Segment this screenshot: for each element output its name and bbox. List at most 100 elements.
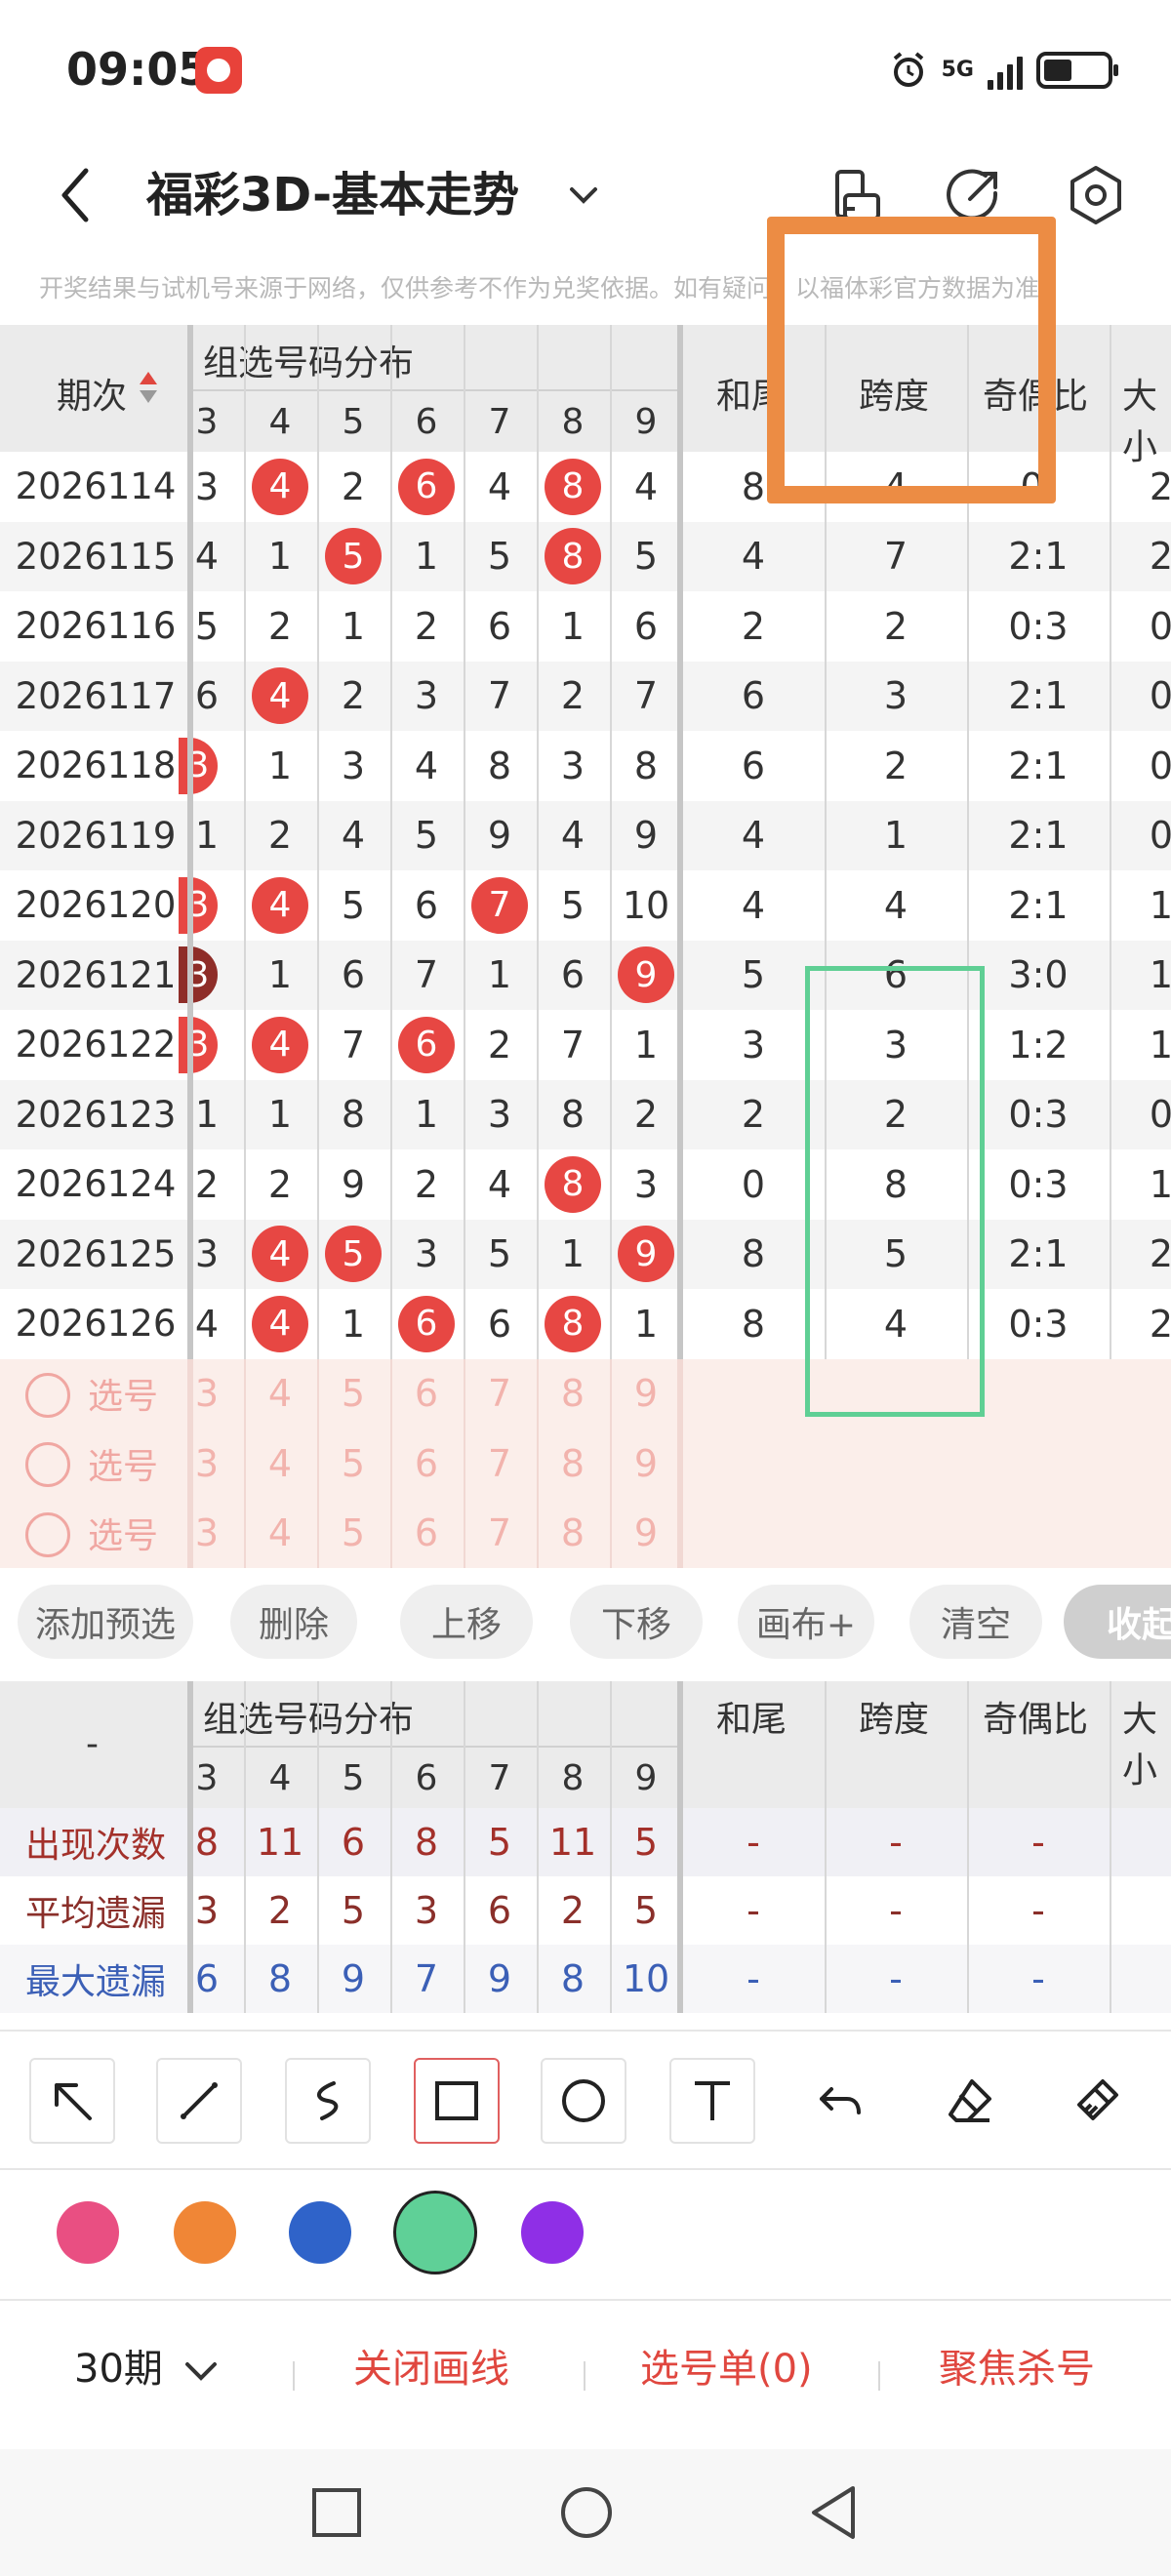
pick-circle-icon[interactable] [25, 1372, 70, 1418]
sort-icon[interactable] [137, 368, 160, 407]
stats-table: - 组选号码分布 3 4 5 6 7 8 9 和尾 跨度 奇偶比 大小 出现次数 8 11 6 8 5 11 5- - -… [0, 1681, 1171, 2013]
pick-digit[interactable]: 6 [390, 1429, 464, 1499]
arrow-tool[interactable] [29, 2058, 115, 2144]
pick-digit[interactable]: 3 [171, 1359, 244, 1429]
undo-tool[interactable] [798, 2058, 884, 2144]
pick-digit[interactable]: 9 [610, 1499, 683, 1569]
extra-cell: 0 [741, 1162, 766, 1206]
column-divider [537, 940, 539, 1010]
digit-cell: 1 [194, 814, 220, 858]
pick-list-button[interactable]: 选号单(0) [640, 2340, 813, 2398]
pick-digit[interactable]: 3 [171, 1429, 244, 1499]
rectangle-tool[interactable] [414, 2058, 500, 2144]
color-swatch-orange[interactable] [174, 2201, 236, 2264]
column-divider [390, 661, 392, 731]
annotation-rectangle-orange[interactable] [767, 217, 1056, 503]
pick-digit[interactable]: 5 [317, 1359, 390, 1429]
pick-digit[interactable]: 9 [610, 1359, 683, 1429]
digit-cell: 9 [633, 814, 659, 858]
freehand-tool[interactable] [285, 2058, 371, 2144]
column-divider [537, 1876, 539, 1945]
clear-button[interactable]: 清空 [909, 1585, 1042, 1659]
pick-circle-icon[interactable] [25, 1442, 70, 1487]
move-up-button[interactable]: 上移 [400, 1585, 533, 1659]
settings-gear-icon[interactable] [1059, 158, 1133, 232]
color-swatch-purple[interactable] [521, 2201, 584, 2264]
clear-brush-tool[interactable] [1054, 2058, 1140, 2144]
pick-digit[interactable]: 6 [390, 1359, 464, 1429]
digit-cell: 6 [487, 604, 512, 648]
pick-digit[interactable]: 5 [317, 1499, 390, 1569]
pick-digit[interactable]: 4 [244, 1359, 317, 1429]
pick-digit[interactable]: 8 [537, 1499, 610, 1569]
pick-row[interactable]: 选号 3 4 5 6 7 8 9 [0, 1429, 1171, 1499]
column-divider [1110, 1149, 1111, 1220]
column-divider [244, 800, 246, 870]
line-tool[interactable] [156, 2058, 242, 2144]
chevron-down-icon[interactable] [564, 166, 603, 224]
back-triangle-icon[interactable] [806, 2484, 861, 2541]
period-cell: 2026124 [15, 1163, 177, 1206]
digit-cell: 1 [267, 744, 293, 787]
color-swatch-pink[interactable] [57, 2201, 119, 2264]
recents-square-icon[interactable] [310, 2486, 363, 2539]
extra-cell: 0 [1149, 604, 1171, 648]
number-ball: 4 [252, 1295, 308, 1352]
annotation-rectangle-green[interactable] [805, 966, 985, 1417]
back-arrow-icon[interactable] [49, 161, 107, 229]
digit-cell: 5 [341, 883, 366, 927]
column-divider [610, 1358, 612, 1429]
close-lines-button[interactable]: 关闭画线 [353, 2340, 509, 2398]
period-cell: 2026118 [15, 745, 177, 787]
color-swatch-green[interactable] [393, 2191, 477, 2274]
pick-row[interactable]: 选号 3 4 5 6 7 8 9 [0, 1498, 1171, 1569]
period-header[interactable]: 期次 [57, 368, 127, 419]
pick-digit[interactable]: 7 [464, 1499, 537, 1569]
pick-digit[interactable]: 8 [537, 1359, 610, 1429]
column-divider [1110, 870, 1111, 941]
table-row: 2026115 4 1 5 1 5 8 5 4 7 2:1 2 [0, 521, 1171, 591]
stats-cell: 3 [414, 1889, 439, 1932]
column-divider [825, 1808, 827, 1876]
stats-label: 平均遗漏 [24, 1894, 166, 1934]
pick-circle-icon[interactable] [25, 1511, 70, 1557]
column-divider-thick [677, 940, 683, 1010]
column-divider [537, 1149, 539, 1220]
eraser-tool[interactable] [927, 2058, 1013, 2144]
page-title[interactable]: 福彩3D-基本走势 [146, 154, 519, 236]
pick-row[interactable]: 选号 3 4 5 6 7 8 9 [0, 1358, 1171, 1429]
digit-header: 6 [415, 401, 438, 442]
column-divider [244, 1498, 246, 1568]
period-cell: 2026117 [15, 674, 177, 717]
pick-digit[interactable]: 4 [244, 1499, 317, 1569]
column-divider [610, 661, 612, 731]
home-circle-icon[interactable] [558, 2484, 615, 2541]
pick-digit[interactable]: 9 [610, 1429, 683, 1499]
extra-cell: 2:1 [1008, 1232, 1069, 1276]
column-divider [317, 1429, 319, 1499]
color-swatch-blue[interactable] [289, 2201, 351, 2264]
period-selector[interactable]: 30期 [74, 2340, 221, 2398]
text-tool[interactable] [669, 2058, 755, 2144]
pick-digit[interactable]: 3 [171, 1499, 244, 1569]
focus-kill-button[interactable]: 聚焦杀号 [939, 2340, 1095, 2398]
column-divider [677, 1498, 683, 1568]
column-divider [1110, 1289, 1111, 1359]
color-picker [0, 2168, 1171, 2295]
status-icons: 5G [889, 49, 1118, 92]
pick-digit[interactable]: 7 [464, 1359, 537, 1429]
pick-digit[interactable]: 8 [537, 1429, 610, 1499]
collapse-button[interactable]: 收起 [1064, 1585, 1171, 1659]
pick-digit[interactable]: 7 [464, 1429, 537, 1499]
circle-tool[interactable] [541, 2058, 626, 2144]
column-divider [537, 1010, 539, 1080]
pick-digit[interactable]: 4 [244, 1429, 317, 1499]
column-divider-thick [677, 325, 683, 452]
move-down-button[interactable]: 下移 [570, 1585, 703, 1659]
pick-digit[interactable]: 5 [317, 1429, 390, 1499]
add-preselect-button[interactable]: 添加预选 [18, 1585, 193, 1659]
delete-button[interactable]: 删除 [230, 1585, 357, 1659]
canvas-add-button[interactable]: 画布+ [738, 1585, 874, 1659]
digit-cell: 5 [560, 883, 586, 927]
pick-digit[interactable]: 6 [390, 1499, 464, 1569]
